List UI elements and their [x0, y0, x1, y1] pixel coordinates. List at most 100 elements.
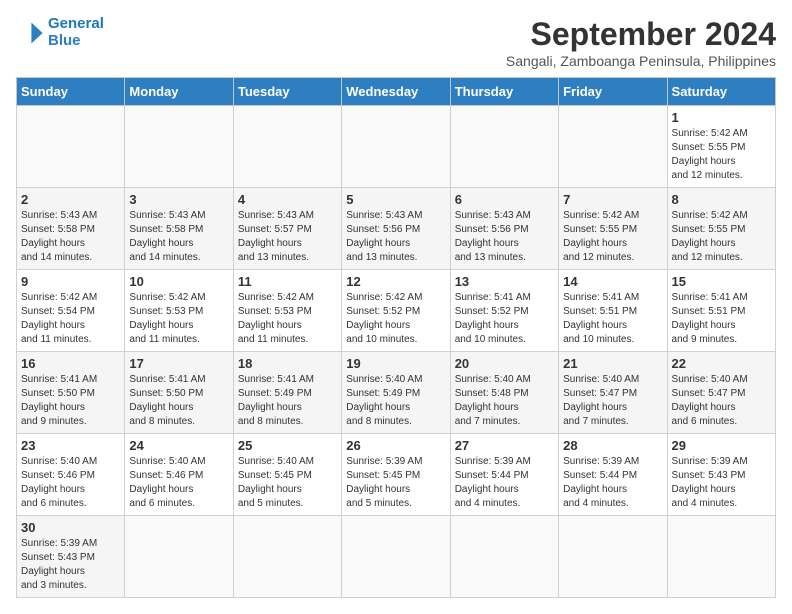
day-number: 3 [129, 192, 228, 207]
day-info: Sunrise: 5:42 AM Sunset: 5:53 PM Dayligh… [238, 291, 337, 347]
calendar-cell: 23 Sunrise: 5:40 AM Sunset: 5:46 PM Dayl… [17, 434, 125, 516]
calendar-cell: 5 Sunrise: 5:43 AM Sunset: 5:56 PM Dayli… [342, 188, 450, 270]
day-info: Sunrise: 5:41 AM Sunset: 5:51 PM Dayligh… [563, 291, 662, 347]
month-title: September 2024 [506, 16, 776, 53]
day-number: 13 [455, 274, 554, 289]
day-number: 10 [129, 274, 228, 289]
day-info: Sunrise: 5:42 AM Sunset: 5:52 PM Dayligh… [346, 291, 445, 347]
logo-icon [16, 19, 44, 47]
calendar-cell: 27 Sunrise: 5:39 AM Sunset: 5:44 PM Dayl… [450, 434, 558, 516]
day-number: 12 [346, 274, 445, 289]
day-info: Sunrise: 5:43 AM Sunset: 5:56 PM Dayligh… [346, 209, 445, 265]
day-info: Sunrise: 5:39 AM Sunset: 5:44 PM Dayligh… [563, 455, 662, 511]
calendar-cell: 9 Sunrise: 5:42 AM Sunset: 5:54 PM Dayli… [17, 270, 125, 352]
day-info: Sunrise: 5:42 AM Sunset: 5:54 PM Dayligh… [21, 291, 120, 347]
calendar-cell: 10 Sunrise: 5:42 AM Sunset: 5:53 PM Dayl… [125, 270, 233, 352]
day-number: 27 [455, 438, 554, 453]
calendar-cell: 30 Sunrise: 5:39 AM Sunset: 5:43 PM Dayl… [17, 516, 125, 598]
calendar-cell [17, 106, 125, 188]
header-thursday: Thursday [450, 78, 558, 106]
day-number: 7 [563, 192, 662, 207]
calendar-week-row: 2 Sunrise: 5:43 AM Sunset: 5:58 PM Dayli… [17, 188, 776, 270]
day-info: Sunrise: 5:42 AM Sunset: 5:55 PM Dayligh… [672, 209, 771, 265]
day-number: 17 [129, 356, 228, 371]
header-saturday: Saturday [667, 78, 775, 106]
calendar-cell: 13 Sunrise: 5:41 AM Sunset: 5:52 PM Dayl… [450, 270, 558, 352]
calendar-cell: 21 Sunrise: 5:40 AM Sunset: 5:47 PM Dayl… [559, 352, 667, 434]
calendar-cell: 28 Sunrise: 5:39 AM Sunset: 5:44 PM Dayl… [559, 434, 667, 516]
calendar-cell [559, 106, 667, 188]
calendar-week-row: 30 Sunrise: 5:39 AM Sunset: 5:43 PM Dayl… [17, 516, 776, 598]
day-number: 24 [129, 438, 228, 453]
calendar-cell: 3 Sunrise: 5:43 AM Sunset: 5:58 PM Dayli… [125, 188, 233, 270]
header-wednesday: Wednesday [342, 78, 450, 106]
day-info: Sunrise: 5:40 AM Sunset: 5:46 PM Dayligh… [21, 455, 120, 511]
calendar-cell [559, 516, 667, 598]
day-number: 4 [238, 192, 337, 207]
day-number: 29 [672, 438, 771, 453]
calendar-cell: 20 Sunrise: 5:40 AM Sunset: 5:48 PM Dayl… [450, 352, 558, 434]
day-info: Sunrise: 5:41 AM Sunset: 5:52 PM Dayligh… [455, 291, 554, 347]
day-info: Sunrise: 5:43 AM Sunset: 5:58 PM Dayligh… [129, 209, 228, 265]
calendar-cell [125, 106, 233, 188]
day-number: 2 [21, 192, 120, 207]
day-number: 6 [455, 192, 554, 207]
calendar-cell: 19 Sunrise: 5:40 AM Sunset: 5:49 PM Dayl… [342, 352, 450, 434]
calendar-cell: 22 Sunrise: 5:40 AM Sunset: 5:47 PM Dayl… [667, 352, 775, 434]
day-info: Sunrise: 5:43 AM Sunset: 5:58 PM Dayligh… [21, 209, 120, 265]
calendar-cell: 16 Sunrise: 5:41 AM Sunset: 5:50 PM Dayl… [17, 352, 125, 434]
calendar-cell: 18 Sunrise: 5:41 AM Sunset: 5:49 PM Dayl… [233, 352, 341, 434]
header-tuesday: Tuesday [233, 78, 341, 106]
day-number: 5 [346, 192, 445, 207]
calendar-cell: 26 Sunrise: 5:39 AM Sunset: 5:45 PM Dayl… [342, 434, 450, 516]
calendar-table: Sunday Monday Tuesday Wednesday Thursday… [16, 77, 776, 598]
calendar-week-row: 16 Sunrise: 5:41 AM Sunset: 5:50 PM Dayl… [17, 352, 776, 434]
calendar-cell [233, 106, 341, 188]
location-title: Sangali, Zamboanga Peninsula, Philippine… [506, 53, 776, 69]
calendar-cell: 8 Sunrise: 5:42 AM Sunset: 5:55 PM Dayli… [667, 188, 775, 270]
day-number: 23 [21, 438, 120, 453]
calendar-cell: 24 Sunrise: 5:40 AM Sunset: 5:46 PM Dayl… [125, 434, 233, 516]
day-info: Sunrise: 5:40 AM Sunset: 5:46 PM Dayligh… [129, 455, 228, 511]
day-number: 21 [563, 356, 662, 371]
day-number: 28 [563, 438, 662, 453]
calendar-cell: 2 Sunrise: 5:43 AM Sunset: 5:58 PM Dayli… [17, 188, 125, 270]
calendar-cell: 4 Sunrise: 5:43 AM Sunset: 5:57 PM Dayli… [233, 188, 341, 270]
calendar-cell: 11 Sunrise: 5:42 AM Sunset: 5:53 PM Dayl… [233, 270, 341, 352]
calendar-cell: 12 Sunrise: 5:42 AM Sunset: 5:52 PM Dayl… [342, 270, 450, 352]
day-number: 18 [238, 356, 337, 371]
page-header: General Blue September 2024 Sangali, Zam… [16, 16, 776, 69]
header-monday: Monday [125, 78, 233, 106]
day-number: 22 [672, 356, 771, 371]
day-number: 25 [238, 438, 337, 453]
logo-line1: General [48, 15, 104, 32]
calendar-cell [233, 516, 341, 598]
logo: General Blue [16, 16, 104, 49]
logo-text: General Blue [48, 16, 104, 49]
day-number: 20 [455, 356, 554, 371]
day-info: Sunrise: 5:40 AM Sunset: 5:49 PM Dayligh… [346, 373, 445, 429]
day-number: 30 [21, 520, 120, 535]
calendar-cell [667, 516, 775, 598]
day-number: 9 [21, 274, 120, 289]
calendar-cell [342, 106, 450, 188]
calendar-cell: 1 Sunrise: 5:42 AM Sunset: 5:55 PM Dayli… [667, 106, 775, 188]
calendar-week-row: 9 Sunrise: 5:42 AM Sunset: 5:54 PM Dayli… [17, 270, 776, 352]
calendar-cell [450, 516, 558, 598]
day-info: Sunrise: 5:39 AM Sunset: 5:43 PM Dayligh… [21, 537, 120, 593]
day-number: 26 [346, 438, 445, 453]
day-number: 11 [238, 274, 337, 289]
header-friday: Friday [559, 78, 667, 106]
day-info: Sunrise: 5:39 AM Sunset: 5:44 PM Dayligh… [455, 455, 554, 511]
day-info: Sunrise: 5:43 AM Sunset: 5:56 PM Dayligh… [455, 209, 554, 265]
day-info: Sunrise: 5:41 AM Sunset: 5:49 PM Dayligh… [238, 373, 337, 429]
day-number: 15 [672, 274, 771, 289]
calendar-cell: 25 Sunrise: 5:40 AM Sunset: 5:45 PM Dayl… [233, 434, 341, 516]
calendar-cell: 15 Sunrise: 5:41 AM Sunset: 5:51 PM Dayl… [667, 270, 775, 352]
day-number: 1 [672, 110, 771, 125]
day-info: Sunrise: 5:40 AM Sunset: 5:45 PM Dayligh… [238, 455, 337, 511]
day-info: Sunrise: 5:43 AM Sunset: 5:57 PM Dayligh… [238, 209, 337, 265]
calendar-cell: 7 Sunrise: 5:42 AM Sunset: 5:55 PM Dayli… [559, 188, 667, 270]
calendar-cell: 17 Sunrise: 5:41 AM Sunset: 5:50 PM Dayl… [125, 352, 233, 434]
calendar-cell: 14 Sunrise: 5:41 AM Sunset: 5:51 PM Dayl… [559, 270, 667, 352]
